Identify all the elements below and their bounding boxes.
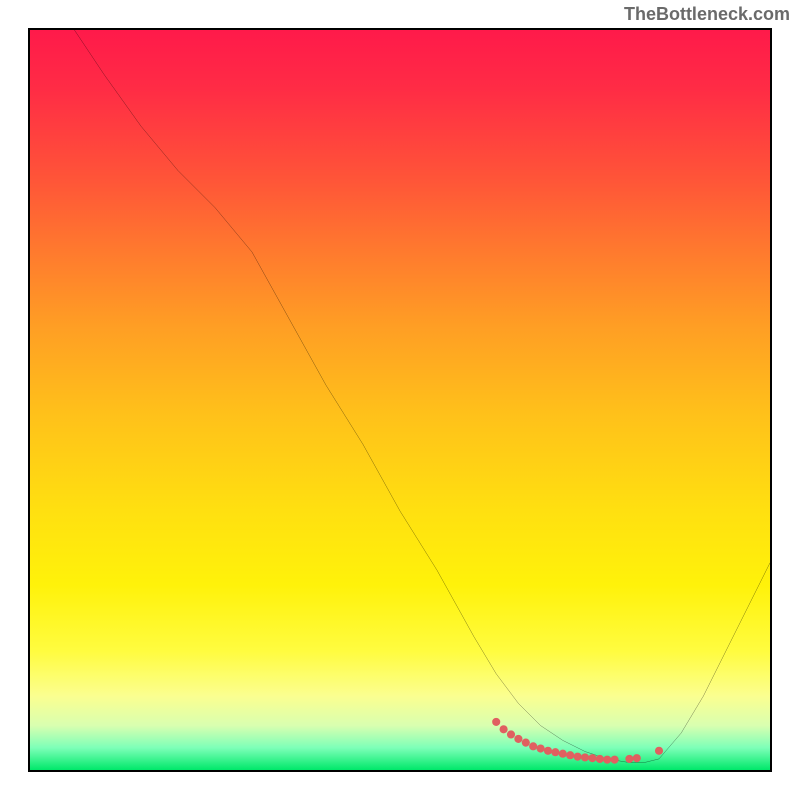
marker-dot [603,756,611,764]
marker-dot [655,747,663,755]
marker-dot [596,755,604,763]
attribution-text: TheBottleneck.com [624,4,790,25]
chart-svg [30,30,770,770]
plot-area [28,28,772,772]
marker-dot [537,744,545,752]
curve-line [74,30,770,763]
marker-dot [551,748,559,756]
marker-dot [514,735,522,743]
marker-dot [566,751,574,759]
marker-dot [574,753,582,761]
marker-dot [492,718,500,726]
marker-dot [529,742,537,750]
marker-dot [507,730,515,738]
marker-dot [625,755,633,763]
marker-dot [559,750,567,758]
marker-dot [581,753,589,761]
marker-dot [500,725,508,733]
marker-dot [522,739,530,747]
marker-group [492,718,663,764]
marker-dot [633,754,641,762]
marker-dot [588,754,596,762]
marker-dot [544,747,552,755]
marker-dot [611,756,619,764]
